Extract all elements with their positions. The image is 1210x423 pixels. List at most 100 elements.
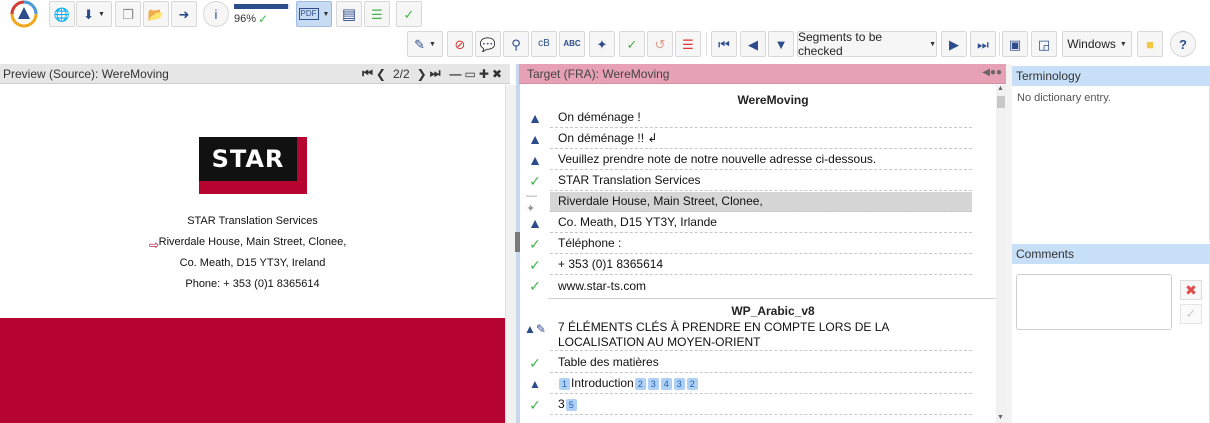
chevron-down-icon: ▼ [929, 40, 936, 48]
previous-page-icon[interactable]: ❮ [376, 67, 386, 81]
target-editor: WereMoving ▲ On déménage ! ▲ On déménage… [520, 85, 996, 423]
document-divider [548, 298, 996, 299]
horizontal-layout-icon[interactable]: ▤ [336, 1, 362, 27]
magic-wand-icon[interactable]: ✦ [589, 31, 615, 57]
segment-text[interactable]: STAR Translation Services [550, 171, 972, 191]
last-page-icon[interactable]: ⏭ [430, 66, 441, 81]
scroll-down-icon[interactable]: ▼ [997, 414, 1004, 421]
check-document-icon[interactable]: ✓ [396, 1, 422, 27]
document-header: WP_Arabic_v8 [731, 304, 815, 318]
terminology-panel: No dictionary entry. [1012, 86, 1210, 242]
windows-dropdown[interactable]: Windows ▼ [1062, 31, 1132, 57]
inline-tag[interactable]: 4 [660, 377, 672, 390]
fullscreen-icon[interactable]: ▣ [1002, 31, 1028, 57]
zoom-out-icon[interactable]: — [450, 67, 462, 81]
export-icon[interactable]: ➜ [171, 1, 197, 27]
preview-scrollbar[interactable] [505, 85, 516, 423]
segment-text[interactable]: www.star-ts.com [550, 276, 972, 296]
comments-panel: ✖ ✓ [1012, 264, 1210, 423]
comment-input[interactable] [1016, 274, 1172, 330]
segment-text[interactable]: Co. Meath, D15 YT3Y, Irlande [550, 213, 972, 233]
inline-tag[interactable]: 5 [565, 398, 577, 411]
spellcheck-icon[interactable]: ABC [559, 31, 585, 57]
close-icon[interactable]: ✖ [492, 67, 502, 81]
comments-title: Comments [1016, 247, 1075, 261]
edited-segment-icon: ▲ [529, 377, 541, 391]
segment-text[interactable]: 7 ÉLÉMENTS CLÉS À PRENDRE EN COMPTE LORS… [550, 319, 972, 351]
check-icon: ✓ [529, 354, 541, 371]
target-header: Target (FRA): WereMoving ◀●● [519, 64, 1006, 84]
inline-tag[interactable]: 3 [647, 377, 659, 390]
copy-icon[interactable]: ❐ [115, 1, 141, 27]
person-icon: ▲ [528, 215, 542, 231]
help-icon[interactable]: ? [1170, 31, 1196, 57]
person-icon: ▲ [528, 131, 542, 147]
inline-tag[interactable]: 2 [686, 377, 698, 390]
edit-status-icon: —✦ [526, 189, 537, 215]
windows-label: Windows [1067, 37, 1116, 51]
inline-tag[interactable]: 3 [673, 377, 685, 390]
fit-screen-icon[interactable]: ▭ [465, 67, 476, 81]
progress-indicator: 96% ✓ [234, 1, 292, 29]
segment-text[interactable]: Riverdale House, Main Street, Clonee, [550, 192, 972, 212]
next-segment-icon[interactable]: ▶ [941, 31, 967, 57]
globe-icon[interactable]: 🌐 [49, 1, 75, 27]
segment-text[interactable]: Téléphone : [550, 234, 972, 254]
person-icon: ▲ [528, 152, 542, 168]
last-segment-icon[interactable]: ⏭ [970, 31, 996, 57]
preview-line: Riverdale House, Main Street, Clonee, [158, 236, 347, 248]
undo-icon[interactable]: ↺ [647, 31, 673, 57]
first-page-icon[interactable]: ⏮ [362, 66, 373, 81]
screen-capture-icon[interactable]: ◲ [1031, 31, 1057, 57]
next-page-icon[interactable]: ❯ [417, 67, 427, 81]
inline-tag[interactable]: 2 [634, 377, 646, 390]
toolbar: 🌐 ⬇ ▼ ❐ 📂 ➜ i 96% ✓ PDF ▼ ▤ ☰ ✓ ✎ ▼ ⊘ 💬 ⚲ c… [0, 0, 1210, 64]
search-icon[interactable]: ⚲ [503, 31, 529, 57]
checklist-icon[interactable]: ☰ [675, 31, 701, 57]
confirm-check-icon[interactable]: ✓ [619, 31, 645, 57]
info-icon[interactable]: i [203, 1, 229, 27]
open-folder-icon[interactable]: 📂 [143, 1, 169, 27]
scroll-up-icon[interactable]: ▲ [997, 85, 1004, 92]
folder-icon[interactable]: ■ [1137, 31, 1163, 57]
confirm-comment-icon[interactable]: ✓ [1180, 304, 1202, 324]
filter-icon[interactable]: ▼ [768, 31, 794, 57]
list-view-icon[interactable]: ☰ [364, 1, 390, 27]
segment-text[interactable]: On déménage ! [550, 108, 972, 128]
page-indicator: 2/2 [392, 66, 410, 81]
check-icon: ✓ [529, 396, 541, 413]
terminology-empty-text: No dictionary entry. [1017, 92, 1111, 104]
pdf-view-toggle[interactable]: PDF ▼ [296, 1, 332, 27]
no-entry-icon[interactable]: ⊘ [447, 31, 473, 57]
edit-pencil-icon[interactable]: ✎ ▼ [407, 31, 443, 57]
replace-icon[interactable]: cB [531, 31, 557, 57]
check-icon: ✓ [529, 277, 541, 294]
segment-text[interactable]: + 353 (0)1 8365614 [550, 255, 972, 275]
preview-title: Preview (Source): WereMoving [3, 67, 169, 81]
segment-text[interactable]: On déménage !! ↲ [550, 129, 972, 149]
segment-text-content: Introduction [571, 376, 634, 390]
first-segment-icon[interactable]: ⏮ [711, 31, 737, 57]
panel-options-icon[interactable]: ◀●● [982, 67, 1002, 78]
target-scroll-thumb[interactable] [997, 96, 1005, 108]
segment-filter-dropdown[interactable]: Segments to be checked ▼ [797, 30, 937, 58]
delete-comment-icon[interactable]: ✖ [1180, 280, 1202, 300]
inline-tag[interactable]: 1 [559, 377, 571, 390]
previous-segment-icon[interactable]: ◀ [740, 31, 766, 57]
preview-nav: ⏮ ❮ 2/2 ❯ ⏭ — ▭ ✚ ✖ [362, 66, 502, 81]
app-logo-icon[interactable] [8, 0, 40, 30]
segment-text[interactable]: Table des matières [550, 353, 972, 373]
comment-icon[interactable]: 💬 [475, 31, 501, 57]
progress-bar [234, 4, 290, 9]
zoom-in-icon[interactable]: ✚ [479, 67, 489, 81]
target-title: Target (FRA): WereMoving [527, 67, 670, 81]
download-icon[interactable]: ⬇ ▼ [76, 1, 112, 27]
segment-text[interactable]: 1 Introduction 2 3 4 3 2 [550, 374, 972, 394]
segment-text[interactable]: Veuillez prendre note de notre nouvelle … [550, 150, 972, 170]
person-icon: ▲ [528, 110, 542, 126]
preview-line: Co. Meath, D15 YT3Y, Ireland [179, 257, 326, 269]
check-icon: ✓ [529, 235, 541, 252]
segment-text[interactable]: 3 5 [550, 395, 972, 415]
target-scrollbar[interactable]: ▲ ▼ [996, 85, 1006, 423]
check-icon: ✓ [529, 256, 541, 273]
